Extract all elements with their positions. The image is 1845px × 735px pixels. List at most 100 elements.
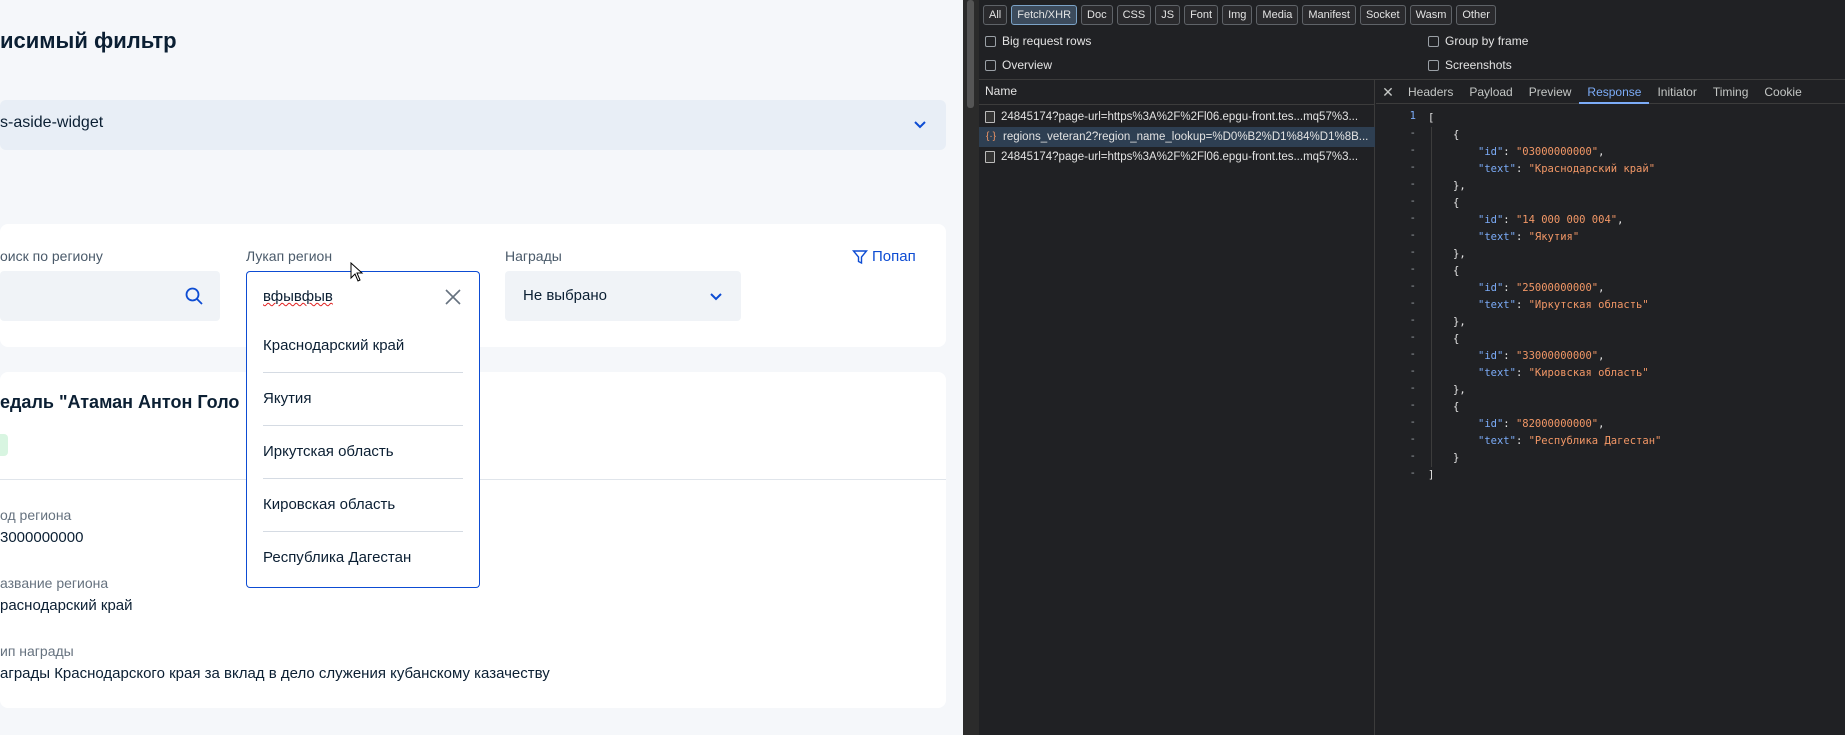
tab-cookies[interactable]: Cookie bbox=[1756, 80, 1809, 104]
json-punctuation: : bbox=[1503, 214, 1516, 226]
group-by-frame-label: Group by frame bbox=[1445, 34, 1529, 48]
name-column-header[interactable]: Name bbox=[985, 84, 1017, 98]
json-string: "03000000000" bbox=[1515, 146, 1599, 158]
lookup-dropdown: Краснодарский край Якутия Иркутская обла… bbox=[246, 320, 480, 588]
filter-chip-media[interactable]: Media bbox=[1256, 5, 1299, 25]
json-key: "id" bbox=[1478, 418, 1504, 430]
request-name: regions_veteran2?region_name_lookup=%D0%… bbox=[1003, 131, 1369, 143]
big-request-rows-option[interactable]: Big request rows bbox=[985, 34, 1091, 48]
fold-marker: - bbox=[1409, 314, 1416, 326]
dropdown-option[interactable]: Якутия bbox=[263, 373, 463, 426]
overview-option[interactable]: Overview bbox=[985, 58, 1052, 72]
big-request-rows-label: Big request rows bbox=[1002, 34, 1092, 48]
web-page: исимый фильтр s-aside-widget оиск по рег… bbox=[0, 0, 963, 735]
json-punctuation: , bbox=[1617, 214, 1624, 226]
checkbox[interactable] bbox=[985, 35, 996, 47]
filter-chip-css[interactable]: CSS bbox=[1116, 5, 1152, 25]
group-by-frame-option[interactable]: Group by frame bbox=[1428, 34, 1528, 48]
fold-marker: - bbox=[1409, 144, 1416, 156]
fold-marker: - bbox=[1409, 433, 1416, 445]
json-string: "14 000 000 004" bbox=[1515, 214, 1618, 226]
filter-chip-all[interactable]: All bbox=[983, 5, 1008, 25]
region-search-input[interactable] bbox=[0, 271, 220, 321]
close-icon[interactable]: ✕ bbox=[1376, 80, 1400, 104]
dropdown-option[interactable]: Краснодарский край bbox=[263, 320, 463, 373]
tab-timing[interactable]: Timing bbox=[1705, 80, 1757, 104]
json-punctuation: , bbox=[1598, 418, 1605, 430]
code-line: }, bbox=[1453, 178, 1466, 195]
json-string: "82000000000" bbox=[1515, 418, 1599, 430]
json-punctuation: { bbox=[1453, 197, 1460, 209]
filter-chip-img[interactable]: Img bbox=[1222, 5, 1253, 25]
widget-select[interactable]: s-aside-widget bbox=[0, 100, 946, 150]
json-punctuation: { bbox=[1453, 401, 1460, 413]
code-line: }, bbox=[1453, 382, 1466, 399]
code-line: "text": "Иркутская область" bbox=[1478, 297, 1649, 314]
request-row-selected[interactable]: {·} regions_veteran2?region_name_lookup=… bbox=[979, 127, 1375, 147]
popap-filter-button[interactable]: Попап bbox=[852, 248, 916, 265]
filter-chip-socket[interactable]: Socket bbox=[1359, 5, 1406, 25]
widget-select-value: s-aside-widget bbox=[0, 114, 104, 131]
fold-marker: - bbox=[1409, 280, 1416, 292]
screenshots-option[interactable]: Screenshots bbox=[1428, 58, 1512, 72]
json-punctuation: { bbox=[1453, 333, 1460, 345]
code-line: { bbox=[1453, 127, 1459, 144]
json-key: "text" bbox=[1478, 299, 1516, 311]
json-punctuation: }, bbox=[1453, 316, 1466, 328]
page-scrollbar[interactable] bbox=[963, 0, 979, 735]
fold-marker: - bbox=[1409, 382, 1416, 394]
popap-label: Попап bbox=[872, 248, 916, 265]
json-punctuation: { bbox=[1453, 129, 1460, 141]
dropdown-option[interactable]: Республика Дагестан bbox=[263, 532, 463, 585]
code-line: }, bbox=[1453, 246, 1466, 263]
filter-chip-manifest[interactable]: Manifest bbox=[1302, 5, 1356, 25]
code-line: { bbox=[1453, 399, 1459, 416]
filter-chip-fetch-xhr[interactable]: Fetch/XHR bbox=[1011, 5, 1078, 25]
dropdown-option[interactable]: Иркутская область bbox=[263, 426, 463, 479]
checkbox[interactable] bbox=[1428, 59, 1439, 71]
fold-marker: - bbox=[1409, 263, 1416, 275]
checkbox[interactable] bbox=[985, 59, 996, 71]
tab-preview[interactable]: Preview bbox=[1521, 80, 1580, 104]
code-line: "text": "Краснодарский край" bbox=[1478, 161, 1655, 178]
tab-headers[interactable]: Headers bbox=[1400, 80, 1461, 104]
request-row[interactable]: 24845174?page-url=https%3A%2F%2Fl06.epgu… bbox=[979, 147, 1375, 167]
request-type-filter-bar: All Fetch/XHR Doc CSS JS Font Img Media … bbox=[983, 5, 1496, 25]
awards-select[interactable]: Не выбрано bbox=[505, 271, 741, 321]
json-key: "id" bbox=[1478, 282, 1504, 294]
tab-initiator[interactable]: Initiator bbox=[1649, 80, 1704, 104]
json-string: "Кировская область" bbox=[1528, 367, 1649, 379]
tab-payload[interactable]: Payload bbox=[1461, 80, 1520, 104]
close-icon[interactable] bbox=[443, 287, 463, 307]
region-code-label: од региона bbox=[0, 507, 72, 523]
search-icon[interactable] bbox=[184, 286, 204, 306]
request-row[interactable]: 24845174?page-url=https%3A%2F%2Fl06.epgu… bbox=[979, 107, 1375, 127]
code-line: "text": "Кировская область" bbox=[1478, 365, 1649, 382]
awards-value: Не выбрано bbox=[523, 287, 607, 304]
lookup-region-value: вфывфыв bbox=[263, 288, 333, 305]
document-icon bbox=[985, 151, 995, 163]
filter-chip-doc[interactable]: Doc bbox=[1081, 5, 1113, 25]
dropdown-option[interactable]: Кировская область bbox=[263, 479, 463, 532]
scrollbar-thumb[interactable] bbox=[967, 0, 974, 108]
json-string: "Иркутская область" bbox=[1528, 299, 1649, 311]
devtools-network-panel: All Fetch/XHR Doc CSS JS Font Img Media … bbox=[979, 0, 1845, 735]
detail-tabs: ✕ Headers Payload Preview Response Initi… bbox=[1376, 80, 1845, 104]
checkbox[interactable] bbox=[1428, 35, 1439, 47]
json-punctuation: , bbox=[1598, 146, 1605, 158]
divider bbox=[979, 104, 1375, 105]
filter-chip-wasm[interactable]: Wasm bbox=[1409, 5, 1453, 25]
request-name: 24845174?page-url=https%3A%2F%2Fl06.epgu… bbox=[1001, 111, 1359, 123]
fold-marker: - bbox=[1409, 467, 1416, 479]
document-icon bbox=[985, 111, 995, 123]
json-punctuation: : bbox=[1503, 146, 1516, 158]
json-punctuation: , bbox=[1598, 350, 1605, 362]
code-line: "id": "14 000 000 004", bbox=[1478, 212, 1623, 229]
code-line: "id": "25000000000", bbox=[1478, 280, 1604, 297]
json-key: "id" bbox=[1478, 146, 1504, 158]
tab-response[interactable]: Response bbox=[1579, 80, 1650, 104]
filter-chip-font[interactable]: Font bbox=[1184, 5, 1219, 25]
filter-chip-js[interactable]: JS bbox=[1155, 5, 1181, 25]
filter-chip-other[interactable]: Other bbox=[1456, 5, 1496, 25]
fold-marker: - bbox=[1409, 331, 1416, 343]
